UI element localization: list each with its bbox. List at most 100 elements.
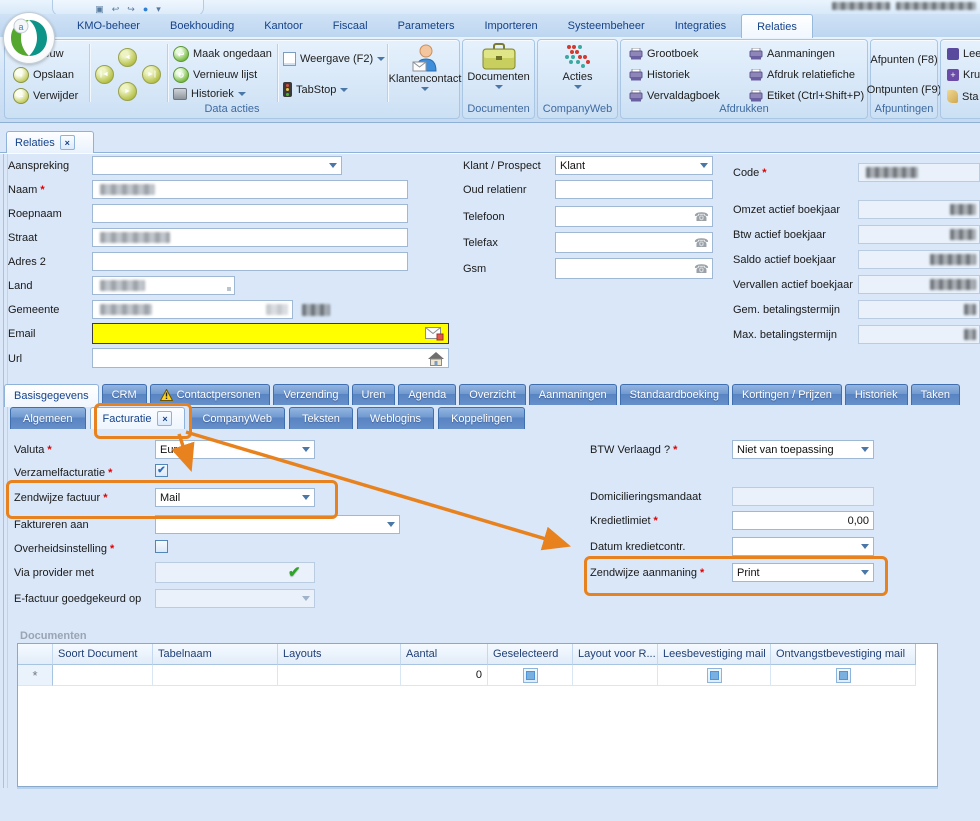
qat-caret-icon[interactable]: ▾ — [156, 4, 161, 14]
verzamelfacturatie-checkbox[interactable] — [155, 464, 168, 477]
column-header-geselecteerd[interactable]: Geselecteerd — [488, 644, 573, 665]
tab-overzicht[interactable]: Overzicht — [459, 384, 525, 405]
faktureren-aan-combobox[interactable] — [155, 515, 400, 534]
documenten-button[interactable]: Documenten — [466, 43, 531, 89]
document-tab-relaties[interactable]: Relaties × — [6, 131, 94, 153]
dropdown-arrow-icon[interactable] — [325, 158, 340, 173]
dropdown-arrow-icon[interactable] — [383, 517, 398, 532]
klant-prospect-combobox[interactable]: Klant — [555, 156, 713, 175]
cell-ontvangstbevestiging[interactable] — [771, 665, 916, 686]
column-header-selector[interactable] — [18, 644, 53, 665]
historiek-print-button[interactable]: Historiek — [629, 69, 690, 81]
aanspreking-combobox[interactable] — [92, 156, 342, 175]
cell-aantal[interactable]: 0 — [401, 665, 488, 686]
subtab-algemeen[interactable]: Algemeen — [10, 407, 86, 429]
gem-betalingstermijn-input[interactable] — [858, 300, 980, 319]
efactuur-combobox[interactable] — [155, 589, 315, 608]
acties-button[interactable]: Acties — [545, 43, 610, 89]
column-header-ontvangstbevestiging[interactable]: Ontvangstbevestiging mail — [771, 644, 916, 665]
email-input[interactable] — [92, 323, 449, 344]
tab-basisgegevens[interactable]: Basisgegevens — [4, 384, 99, 407]
redo-icon[interactable]: ↪ — [127, 4, 135, 14]
tab-systeembeheer[interactable]: Systeembeheer — [553, 14, 660, 37]
tab-standaardboeking[interactable]: Standaardboeking — [620, 384, 729, 405]
max-betalingstermijn-input[interactable] — [858, 325, 980, 344]
aanmaningen-print-button[interactable]: Aanmaningen — [749, 48, 835, 60]
column-header-layout-voor-r[interactable]: Layout voor R... — [573, 644, 658, 665]
app-logo[interactable]: a — [3, 12, 55, 64]
close-icon[interactable]: × — [60, 135, 75, 150]
oud-relatienr-input[interactable] — [555, 180, 713, 199]
tab-integraties[interactable]: Integraties — [660, 14, 741, 37]
url-input[interactable] — [92, 348, 449, 368]
first-record-button[interactable]: |◄ — [95, 65, 114, 84]
subtab-facturatie[interactable]: Facturatie × — [90, 407, 186, 429]
previous-record-button[interactable]: ◄ — [118, 48, 137, 67]
info-icon[interactable]: ● — [143, 4, 148, 14]
afdruk-relatiefiche-button[interactable]: Afdruk relatiefiche — [749, 69, 855, 81]
telefoon-input[interactable]: ☎ — [555, 206, 713, 227]
dropdown-arrow-icon[interactable] — [857, 539, 872, 554]
tab-parameters[interactable]: Parameters — [383, 14, 470, 37]
column-header-soort-document[interactable]: Soort Document — [53, 644, 153, 665]
cell-tabelnaam[interactable] — [153, 665, 278, 686]
tabstop-button[interactable]: TabStop — [283, 82, 348, 97]
tab-kortingen-prijzen[interactable]: Kortingen / Prijzen — [732, 384, 842, 405]
lee-button[interactable]: Lee — [947, 48, 980, 60]
grootboek-print-button[interactable]: Grootboek — [629, 48, 698, 60]
ontpunten-button[interactable]: Ontpunten (F9) — [871, 84, 937, 96]
home-icon[interactable] — [428, 352, 444, 366]
tab-crm[interactable]: CRM — [102, 384, 147, 405]
dropdown-arrow-icon[interactable] — [857, 442, 872, 457]
adres2-input[interactable] — [92, 252, 408, 271]
dropdown-arrow-icon[interactable] — [857, 565, 872, 580]
kru-button[interactable]: + Kru — [947, 69, 980, 81]
subtab-companyweb[interactable]: CompanyWeb — [189, 407, 285, 429]
column-header-layouts[interactable]: Layouts — [278, 644, 401, 665]
tab-uren[interactable]: Uren — [352, 384, 396, 405]
column-header-aantal[interactable]: Aantal — [401, 644, 488, 665]
btw-verlaagd-combobox[interactable]: Niet van toepassing — [732, 440, 874, 459]
undo-icon[interactable]: ↩ — [112, 4, 120, 14]
column-header-tabelnaam[interactable]: Tabelnaam — [153, 644, 278, 665]
tab-verzending[interactable]: Verzending — [273, 384, 348, 405]
zendwijze-aanmaning-combobox[interactable]: Print — [732, 563, 874, 582]
close-icon[interactable]: × — [157, 411, 172, 426]
overheidsinstelling-checkbox[interactable] — [155, 540, 168, 553]
tab-kantoor[interactable]: Kantoor — [249, 14, 318, 37]
telefax-input[interactable]: ☎ — [555, 232, 713, 253]
cell-soort-document[interactable] — [53, 665, 153, 686]
tab-historiek[interactable]: Historiek — [845, 384, 908, 405]
cell-geselecteerd[interactable] — [488, 665, 573, 686]
domicilieringsmandaat-input[interactable] — [732, 487, 874, 506]
tab-taken[interactable]: Taken — [911, 384, 960, 405]
verwijder-button[interactable]: –Verwijder — [13, 88, 78, 104]
vervaldagboek-print-button[interactable]: Vervaldagboek — [629, 90, 720, 102]
opslaan-button[interactable]: ▪Opslaan — [13, 67, 74, 83]
column-header-leesbevestiging[interactable]: Leesbevestiging mail — [658, 644, 771, 665]
next-record-button[interactable]: ► — [118, 82, 137, 101]
tab-kmo-beheer[interactable]: KMO-beheer — [62, 14, 155, 37]
gsm-input[interactable]: ☎ — [555, 258, 713, 279]
leesbevestiging-checkbox[interactable] — [707, 668, 722, 683]
geselecteerd-checkbox[interactable] — [523, 668, 538, 683]
cell-leesbevestiging[interactable] — [658, 665, 771, 686]
tab-fiscaal[interactable]: Fiscaal — [318, 14, 383, 37]
tab-boekhouding[interactable]: Boekhouding — [155, 14, 249, 37]
subtab-teksten[interactable]: Teksten — [289, 407, 353, 429]
dropdown-arrow-icon[interactable] — [298, 442, 313, 457]
subtab-weblogins[interactable]: Weblogins — [357, 407, 434, 429]
tab-aanmaningen[interactable]: Aanmaningen — [529, 384, 617, 405]
vernieuw-lijst-button[interactable]: ↻ Vernieuw lijst — [173, 67, 257, 83]
dropdown-arrow-icon[interactable] — [298, 490, 313, 505]
table-row[interactable]: * 0 — [18, 665, 916, 686]
last-record-button[interactable]: ►| — [142, 65, 161, 84]
dropdown-arrow-icon[interactable] — [696, 158, 711, 173]
zendwijze-factuur-combobox[interactable]: Mail — [155, 488, 315, 507]
mail-icon[interactable] — [425, 327, 444, 341]
sta-button[interactable]: Sta — [947, 90, 979, 103]
valuta-combobox[interactable]: Euro — [155, 440, 315, 459]
cell-layouts[interactable] — [278, 665, 401, 686]
maak-ongedaan-button[interactable]: ↩ Maak ongedaan — [173, 46, 272, 62]
datum-kredietcontr-combobox[interactable] — [732, 537, 874, 556]
